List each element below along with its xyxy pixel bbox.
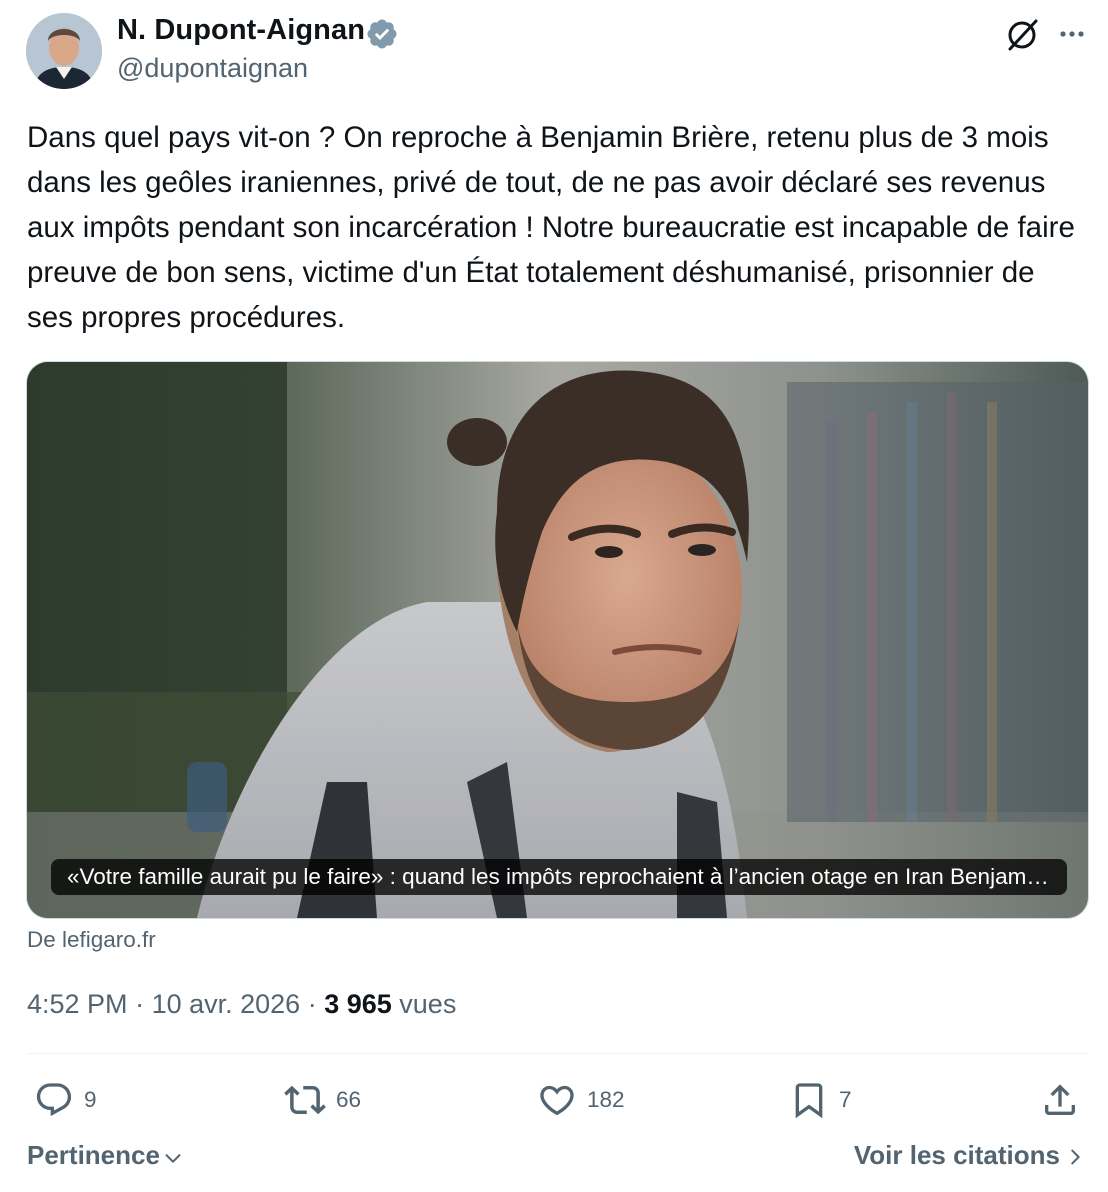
author-name[interactable]: N. Dupont-Aignan [117,14,365,47]
reply-icon [36,1083,72,1117]
grok-icon[interactable] [1002,14,1042,54]
tweet-time[interactable]: 4:52 PM [27,989,128,1019]
author-handle[interactable]: @dupontaignan [117,53,308,84]
repost-button[interactable]: 66 [284,1078,361,1122]
bookmark-count: 7 [839,1087,852,1112]
tweet-text: Dans quel pays vit-on ? On reproche à Be… [27,121,1084,334]
avatar-image [26,13,102,89]
repost-icon [284,1085,326,1115]
views-count: 3 965 [324,989,392,1019]
view-quotes-link[interactable]: Voir les citations [854,1140,1086,1171]
meta-separator: · [300,989,325,1019]
share-button[interactable] [1040,1078,1080,1122]
more-options-icon[interactable] [1053,14,1093,54]
tweet-date[interactable]: 10 avr. 2026 [152,989,301,1019]
like-count: 182 [587,1087,625,1112]
bookmark-button[interactable]: 7 [789,1078,852,1122]
share-icon [1045,1084,1075,1115]
chevron-down-icon [165,1153,181,1163]
repost-count: 66 [336,1087,362,1112]
meta-separator: · [127,989,152,1019]
article-photo [27,362,1088,918]
bookmark-icon [795,1083,823,1119]
chevron-right-icon [1071,1149,1080,1165]
reply-count: 9 [84,1087,97,1112]
link-card[interactable]: «Votre famille aurait pu le faire» : qua… [26,361,1089,919]
divider [27,1053,1088,1054]
views-label: vues [399,989,457,1019]
verified-badge-icon [367,19,397,49]
reply-button[interactable]: 9 [34,1078,97,1122]
card-title: «Votre famille aurait pu le faire» : qua… [51,859,1067,895]
heart-icon [540,1085,574,1116]
sort-label: Pertinence [27,1140,160,1170]
card-source[interactable]: De lefigaro.fr [27,927,156,953]
quotes-label: Voir les citations [853,1140,1060,1170]
sort-dropdown[interactable]: Pertinence [27,1140,184,1171]
tweet-meta: 4:52 PM · 10 avr. 2026 · 3 965 vues [27,989,456,1020]
like-button[interactable]: 182 [537,1078,625,1122]
author-avatar[interactable] [26,13,102,89]
